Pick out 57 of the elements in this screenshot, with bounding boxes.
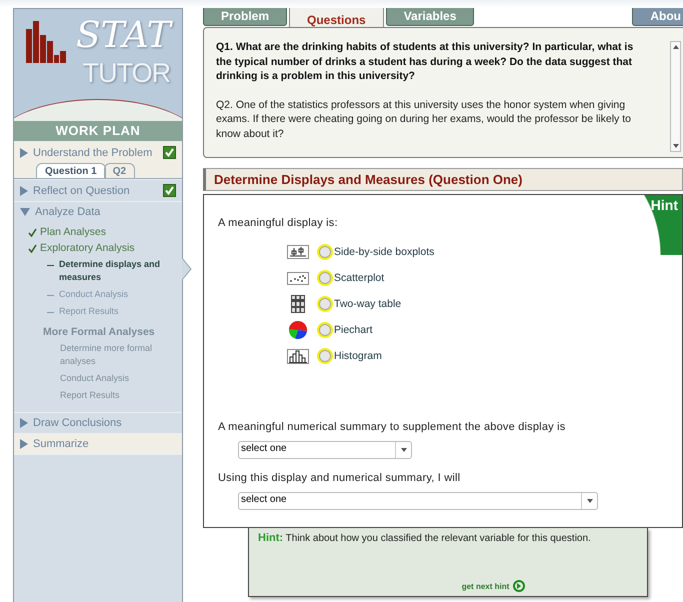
- radio-button[interactable]: [317, 244, 333, 260]
- option-label: Histogram: [334, 350, 382, 362]
- step-label[interactable]: Exploratory Analysis: [40, 242, 135, 254]
- radio-button[interactable]: [317, 322, 333, 338]
- section-label: Draw Conclusions: [33, 417, 123, 429]
- radio-button[interactable]: [317, 296, 333, 312]
- logo-text: STAT: [76, 15, 174, 57]
- sidebar-section[interactable]: Understand the Problem: [14, 141, 182, 163]
- option-label: Two-way table: [334, 298, 402, 310]
- dash-icon: [47, 265, 54, 266]
- dropdown-arrow-icon: [400, 448, 406, 452]
- question-text: Q2. One of the statistics professors at this university uses the honor system when giving exams. If there were cheating going on during her exams, would the professor be likely to know about it?: [216, 98, 632, 141]
- section-label: Understand the Problem: [33, 146, 154, 158]
- substep-label[interactable]: Report Results: [59, 305, 119, 318]
- sidebar-section[interactable]: Analyze Data: [14, 201, 182, 222]
- dropdown-arrow-icon: [586, 499, 592, 503]
- step-label[interactable]: Plan Analyses: [40, 226, 106, 238]
- scroll-down-arrow-icon[interactable]: [672, 143, 680, 149]
- hint-text: Hint: Think about how you classified the relevant variable for this question.: [258, 532, 592, 546]
- scrollbar[interactable]: [670, 41, 681, 152]
- prompt-text: A meaningful display is:: [218, 217, 339, 229]
- bar-chart-logo-icon: [26, 21, 66, 63]
- scroll-up-arrow-icon[interactable]: [672, 44, 680, 50]
- arrow-circle-icon[interactable]: [513, 580, 526, 592]
- select-dropdown[interactable]: select one: [238, 492, 598, 510]
- dash-icon: [47, 312, 54, 313]
- next-hint-link[interactable]: get next hint: [462, 582, 510, 590]
- radio-button[interactable]: [317, 270, 333, 286]
- dash-icon: [47, 295, 54, 296]
- section-label: Analyze Data: [35, 206, 102, 218]
- select-dropdown[interactable]: select one: [238, 441, 412, 459]
- section-label: Summarize: [33, 438, 90, 450]
- sidebar-section[interactable]: Summarize: [14, 433, 182, 454]
- section-label: Reflect on Question: [33, 184, 131, 196]
- question-tab[interactable]: Q2: [104, 163, 136, 178]
- substep-label[interactable]: Conduct Analysis: [59, 288, 128, 301]
- scatter-icon: [287, 269, 309, 287]
- substep-label[interactable]: Determine displays and measures: [59, 258, 166, 284]
- option-label: Scatterplot: [334, 272, 384, 284]
- question-text: Q1. What are the drinking habits of students at this university? In particular, what is the typical number of drinks a student has during a week? Do the data suggest that drinking is a problem in this university?: [216, 40, 634, 84]
- prompt-text: A meaningful numerical summary to supplement the above display is: [218, 421, 566, 433]
- work-plan-band: WORK PLAN: [14, 121, 182, 141]
- tab[interactable]: Variables: [386, 8, 474, 26]
- checkbox-icon: [163, 146, 176, 159]
- boxplot-icon: [287, 243, 309, 261]
- tab[interactable]: Abou: [632, 8, 683, 26]
- pie-icon: [287, 321, 309, 339]
- question-tab[interactable]: Question 1: [36, 163, 106, 178]
- option-label: Piechart: [334, 324, 373, 336]
- tab[interactable]: Problem: [203, 8, 288, 26]
- sidebar-section[interactable]: Reflect on Question: [14, 179, 182, 201]
- prompt-text: Using this display and numerical summary, I will: [218, 472, 462, 484]
- radio-button[interactable]: [317, 348, 333, 364]
- histogram-icon: [287, 347, 309, 365]
- section-header: Determine Displays and Measures (Question One): [203, 168, 683, 191]
- checkbox-icon: [163, 184, 176, 197]
- option-label: Side-by-side boxplots: [334, 246, 434, 258]
